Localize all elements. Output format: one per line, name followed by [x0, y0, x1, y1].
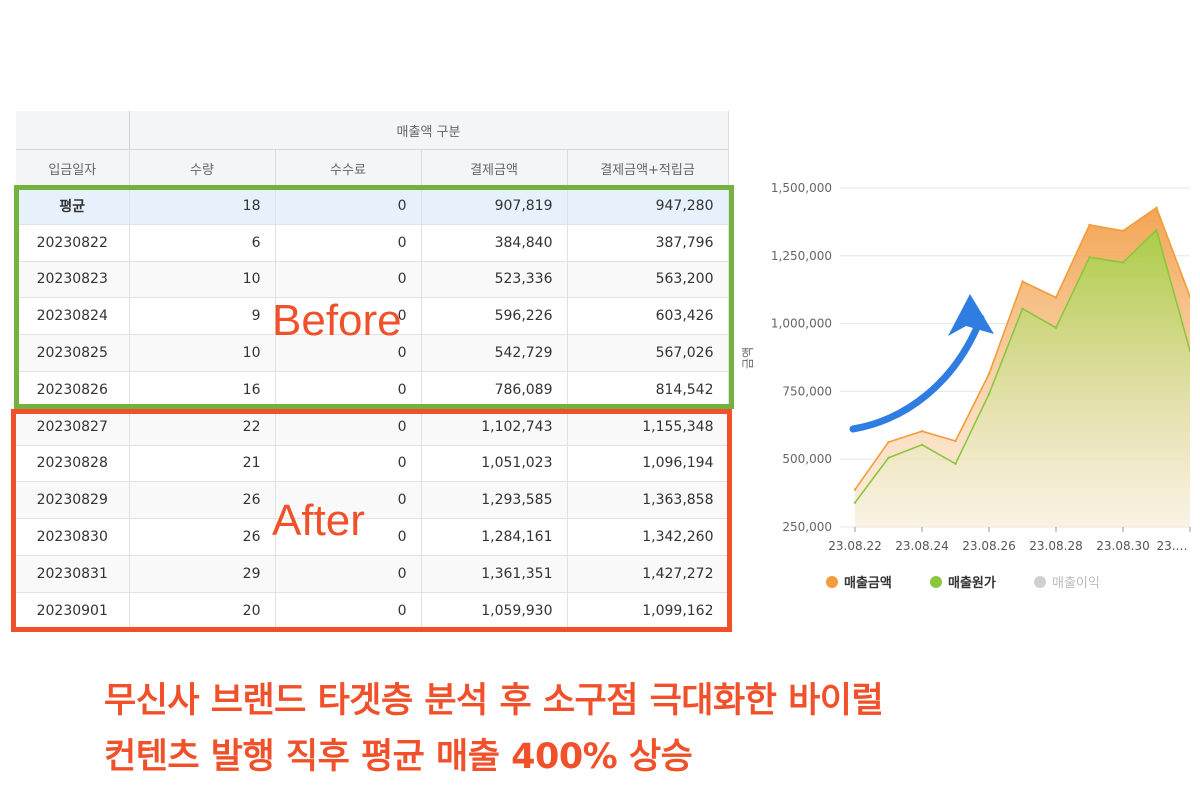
series-point-0 [954, 439, 957, 443]
y-tick-label: 750,000 [782, 384, 832, 398]
series-point-1 [1088, 255, 1091, 259]
legend-label: 매출이익 [1052, 576, 1100, 591]
caption-line-2: 컨텐츠 발행 직후 평균 매출 400% 상승 [104, 737, 693, 777]
series-point-0 [987, 372, 991, 376]
y-axis: 1,500,000 1,250,000 1,000,000 750,000 500,00… [771, 181, 832, 534]
y-tick-label: 1,000,000 [771, 317, 832, 331]
x-tick-label: 23.08.24 [895, 539, 948, 553]
y-axis-label: 금액 [741, 347, 755, 369]
series-point-0 [1021, 280, 1024, 283]
legend-dot-orange-icon [826, 575, 838, 588]
x-tick-label: 23.08.28 [1029, 539, 1082, 553]
series-point-1 [853, 501, 857, 504]
caption-line-1: 무신사 브랜드 타겟층 분석 후 소구점 극대화한 바이럴 [104, 681, 884, 721]
legend-label: 매출금액 [844, 576, 892, 591]
series-point-1 [1155, 228, 1158, 232]
series-point-0 [887, 440, 890, 444]
y-tick-label: 250,000 [782, 520, 832, 534]
legend-item-sales[interactable]: 매출금액 [826, 572, 892, 591]
series-point-1 [1054, 326, 1058, 329]
legend-item-cost[interactable]: 매출원가 [930, 572, 996, 591]
series-point-0 [1054, 296, 1058, 299]
series-point-0 [1155, 206, 1158, 209]
legend-label: 매출원가 [948, 576, 996, 591]
series-point-1 [1021, 307, 1024, 310]
y-tick-label: 1,500,000 [771, 181, 832, 195]
y-tick-label: 1,250,000 [771, 249, 832, 263]
series-point-1 [987, 392, 991, 396]
chart-areas [853, 206, 1190, 527]
y-tick-label: 500,000 [782, 452, 832, 466]
x-tick-label: 23.08.22 [828, 539, 881, 553]
series-point-0 [920, 429, 924, 433]
series-point-1 [1121, 261, 1125, 264]
x-axis: 23.08.22 23.08.24 23.08.26 23.08.28 23.08.30… [828, 527, 1191, 553]
series-point-0 [1121, 229, 1125, 232]
legend-dot-green-icon [930, 575, 942, 588]
x-tick-label: 23.08.26 [962, 539, 1015, 553]
series-point-1 [920, 443, 924, 447]
series-point-1 [954, 462, 957, 466]
x-tick-label: 23.08.30 [1096, 539, 1149, 553]
x-tick-label: 23.… [1156, 539, 1187, 553]
series-point-1 [1188, 349, 1190, 352]
legend-dot-gray-icon [1034, 575, 1046, 588]
series-area-1 [855, 230, 1190, 527]
series-point-0 [1188, 295, 1190, 298]
series-point-1 [887, 456, 890, 460]
series-point-0 [853, 488, 857, 491]
series-point-0 [1088, 223, 1091, 227]
legend-item-profit[interactable]: 매출이익 [1034, 572, 1100, 591]
